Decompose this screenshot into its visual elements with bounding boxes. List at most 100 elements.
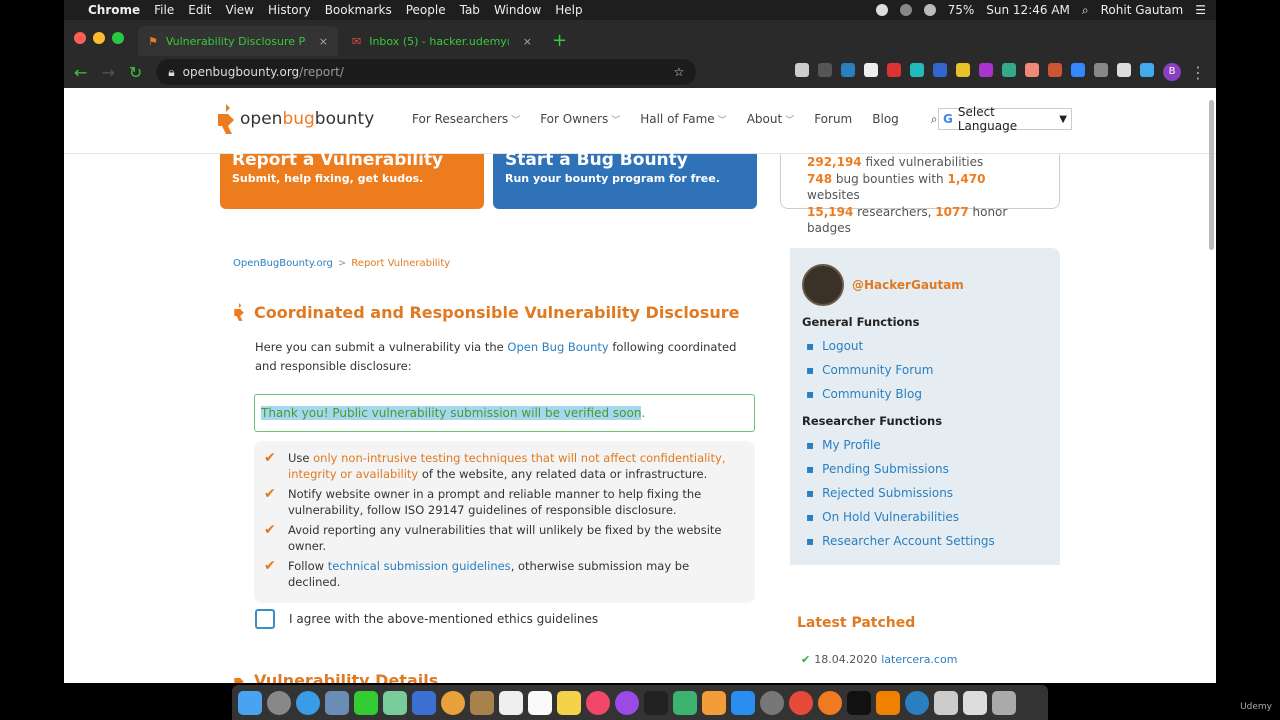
extension-icon[interactable] [1048,62,1062,77]
agree-checkbox-row[interactable]: I agree with the above-mentioned ethics … [255,609,598,629]
reload-icon[interactable]: ↻ [129,63,142,82]
extension-icon[interactable] [979,62,993,77]
minimize-window-button[interactable] [93,32,105,44]
finder-icon[interactable] [238,690,262,715]
nav-blog[interactable]: Blog [872,112,899,127]
tab-close-icon[interactable]: × [319,35,328,48]
finder-window-icon[interactable] [934,690,958,715]
pages-icon[interactable] [702,690,726,715]
zoom-window-button[interactable] [112,32,124,44]
sidebar-item-community-forum[interactable]: Community Forum [806,358,933,382]
breadcrumb-home[interactable]: OpenBugBounty.org [233,258,333,269]
system-preferences-icon[interactable] [760,690,784,715]
firefox-icon[interactable] [818,690,842,715]
avatar[interactable] [802,264,844,306]
tv-icon[interactable] [644,690,668,715]
photos-icon[interactable] [441,690,465,715]
sidebar-item-account-settings[interactable]: Researcher Account Settings [806,529,995,553]
chrome-menu-icon[interactable]: ⋮ [1190,63,1206,82]
start-bug-bounty-banner[interactable]: Start a Bug Bounty Run your bounty progr… [493,150,757,209]
user-name[interactable]: Rohit Gautam [1101,3,1184,17]
battery-percent[interactable]: 75% [948,3,975,17]
extension-icon[interactable] [1117,62,1131,77]
menu-edit[interactable]: Edit [188,3,211,17]
agree-checkbox[interactable] [255,609,275,629]
extension-icon[interactable] [887,62,901,77]
launchpad-icon[interactable] [267,690,291,715]
open-bug-bounty-link[interactable]: Open Bug Bounty [507,340,608,354]
extension-icon[interactable] [818,62,832,77]
sidebar-item-pending-submissions[interactable]: Pending Submissions [806,457,995,481]
menu-people[interactable]: People [406,3,446,17]
wifi-icon[interactable] [923,4,936,16]
extension-icon[interactable] [1025,62,1039,77]
tab-gmail[interactable]: ✉ Inbox (5) - hacker.udemy@gmail × [342,26,542,56]
close-window-button[interactable] [74,32,86,44]
patched-site-link[interactable]: latercera.com [881,653,957,666]
reminders-icon[interactable] [528,690,552,715]
extension-icon[interactable] [1094,62,1108,77]
menu-app-name[interactable]: Chrome [88,3,140,17]
bookmark-star-icon[interactable]: ☆ [673,65,684,79]
teamviewer-icon[interactable] [905,690,929,715]
language-select[interactable]: G Select Language ▼ [938,105,1072,133]
nav-for-owners[interactable]: For Owners ﹀ [540,112,620,127]
music-icon[interactable] [586,690,610,715]
trash-icon[interactable] [992,690,1016,715]
menu-history[interactable]: History [268,3,311,17]
submission-guidelines-link[interactable]: technical submission guidelines [328,559,511,573]
menu-view[interactable]: View [226,3,254,17]
menu-list-icon[interactable]: ☰ [1195,3,1206,17]
notes-icon[interactable] [557,690,581,715]
extension-icon[interactable] [841,62,855,77]
sidebar-item-on-hold[interactable]: On Hold Vulnerabilities [806,505,995,529]
sidebar-item-community-blog[interactable]: Community Blog [806,382,933,406]
nav-about[interactable]: About ﹀ [747,112,795,127]
new-tab-button[interactable]: + [552,26,567,56]
site-logo[interactable]: openbugbounty [216,102,374,136]
notes-brown-icon[interactable] [470,690,494,715]
preview-icon[interactable] [325,690,349,715]
menu-file[interactable]: File [154,3,174,17]
breadcrumb-current[interactable]: Report Vulnerability [351,258,450,269]
menu-help[interactable]: Help [555,3,582,17]
app-store-icon[interactable] [731,690,755,715]
search-icon[interactable]: ⌕ [931,112,938,127]
extension-icon[interactable] [864,62,878,77]
nav-forum[interactable]: Forum [814,112,852,127]
back-icon[interactable]: ← [74,63,87,82]
record-icon[interactable] [875,4,888,16]
extension-icon[interactable] [956,62,970,77]
sidebar-item-my-profile[interactable]: My Profile [806,433,995,457]
extension-icon[interactable] [795,62,809,77]
page-scrollbar[interactable] [1209,100,1214,250]
safari-icon[interactable] [296,690,320,715]
spotlight-icon[interactable]: ⌕ [1082,3,1089,18]
clock[interactable]: Sun 12:46 AM [986,3,1070,17]
vlc-icon[interactable] [876,690,900,715]
extension-icon[interactable] [1002,62,1016,77]
menu-tab[interactable]: Tab [460,3,480,17]
extension-icon[interactable] [1140,62,1154,77]
podcasts-icon[interactable] [615,690,639,715]
extension-icon[interactable] [933,62,947,77]
menu-window[interactable]: Window [494,3,541,17]
profile-avatar[interactable]: B [1163,62,1181,81]
chrome-icon[interactable] [789,690,813,715]
report-vulnerability-banner[interactable]: Report a Vulnerability Submit, help fixi… [220,150,484,209]
maps-icon[interactable] [383,690,407,715]
headphones-icon[interactable] [899,4,912,16]
nav-hall-of-fame[interactable]: Hall of Fame ﹀ [640,112,726,127]
terminal-icon[interactable] [847,690,871,715]
messages-icon[interactable] [354,690,378,715]
address-bar[interactable]: 🔒︎ openbugbounty.org/report/ ☆ [156,59,697,85]
sidebar-item-logout[interactable]: Logout [806,334,933,358]
nav-for-researchers[interactable]: For Researchers ﹀ [412,112,520,127]
forward-icon[interactable]: → [101,63,114,82]
menu-bookmarks[interactable]: Bookmarks [325,3,392,17]
tab-vdp[interactable]: ⚑ Vulnerability Disclosure Program × [138,26,338,56]
extension-icon[interactable] [1071,62,1085,77]
downloads-icon[interactable] [963,690,987,715]
calendar-icon[interactable] [499,690,523,715]
extension-icon[interactable] [910,62,924,77]
